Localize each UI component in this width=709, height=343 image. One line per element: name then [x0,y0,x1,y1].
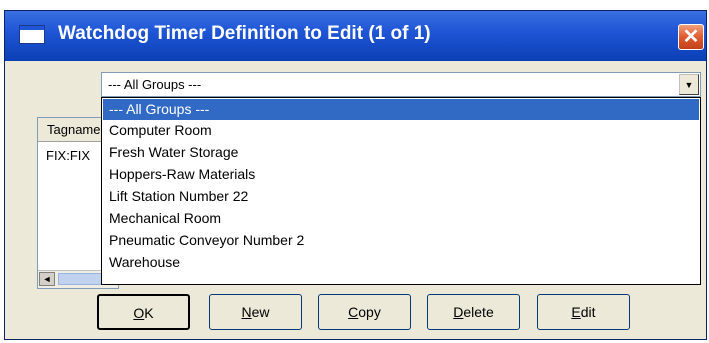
dropdown-item-computer-room[interactable]: Computer Room [103,120,699,141]
copy-mnemonic: C [348,304,359,320]
delete-mnemonic: D [453,304,464,320]
dropdown-item-warehouse[interactable]: Warehouse [103,252,699,273]
ok-button[interactable]: OK [97,294,190,330]
arrow-left-icon: ◄ [42,274,52,284]
dropdown-item-mechanical-room[interactable]: Mechanical Room [103,208,699,229]
window-title: Watchdog Timer Definition to Edit (1 of … [58,23,431,44]
delete-label: elete [463,304,494,320]
group-dropdown-list: --- All Groups --- Computer Room Fresh W… [101,97,701,285]
group-filter-combo[interactable]: --- All Groups --- ▼ [101,72,701,97]
dropdown-item-fresh-water-storage[interactable]: Fresh Water Storage [103,142,699,163]
ok-label: K [144,305,154,321]
copy-label: opy [358,304,381,320]
dropdown-item-lift-station[interactable]: Lift Station Number 22 [103,186,699,207]
window-icon [19,25,45,44]
group-filter-value: --- All Groups --- [108,77,202,92]
dialog-window: Watchdog Timer Definition to Edit (1 of … [4,10,707,340]
close-button[interactable]: ✕ [678,24,704,50]
title-bar[interactable]: Watchdog Timer Definition to Edit (1 of … [5,11,706,61]
table-row[interactable]: FIX:FIX [46,148,90,163]
close-icon: ✕ [682,26,700,48]
dropdown-item-hoppers-raw-materials[interactable]: Hoppers-Raw Materials [103,164,699,185]
new-button[interactable]: New [209,294,302,330]
edit-button[interactable]: Edit [537,294,630,330]
dropdown-button[interactable]: ▼ [679,74,699,95]
dropdown-item-all-groups[interactable]: --- All Groups --- [103,99,699,120]
dropdown-item-pneumatic-conveyor[interactable]: Pneumatic Conveyor Number 2 [103,230,699,251]
ok-mnemonic: O [133,305,145,321]
scroll-left-button[interactable]: ◄ [39,272,55,286]
edit-label: dit [580,304,596,320]
copy-button[interactable]: Copy [318,294,411,330]
new-mnemonic: N [241,304,252,320]
chevron-down-icon: ▼ [684,80,694,90]
delete-button[interactable]: Delete [427,294,520,330]
new-label: ew [251,304,270,320]
edit-mnemonic: E [571,304,581,320]
